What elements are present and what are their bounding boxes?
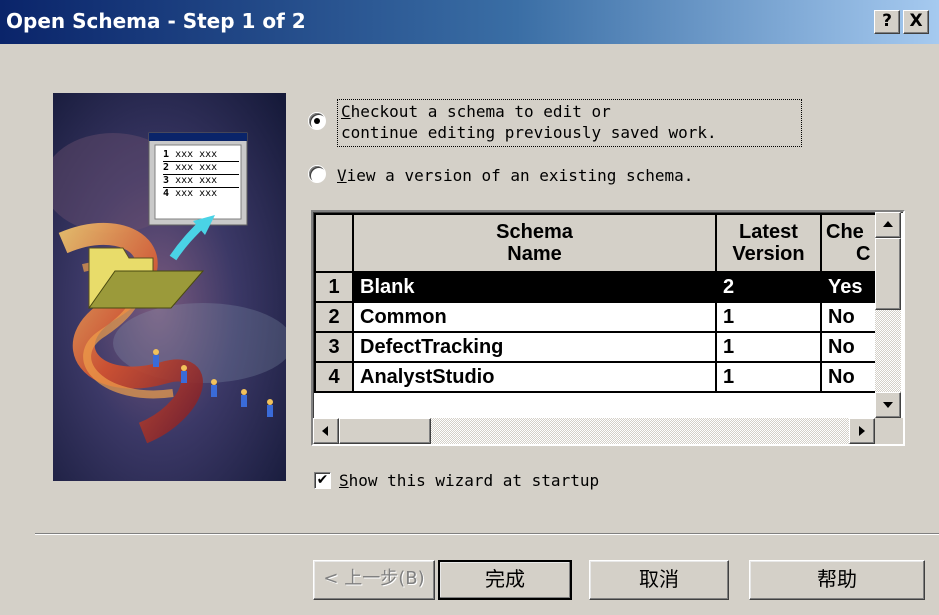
show-wizard-checkbox[interactable]: ✔	[314, 472, 331, 489]
schema-name-cell[interactable]: AnalystStudio	[352, 361, 717, 393]
row-number[interactable]: 1	[314, 271, 354, 303]
arrow-down-icon	[883, 402, 893, 408]
column-header-schema-name[interactable]: Schema Name	[352, 213, 717, 273]
latest-version-cell[interactable]: 1	[715, 361, 822, 393]
scroll-down-button[interactable]	[875, 392, 901, 418]
wizard-list-item: 3 xxx xxx	[163, 175, 239, 188]
horizontal-scroll-thumb[interactable]	[339, 418, 431, 444]
wizard-list-item: 4 xxx xxx	[163, 188, 218, 199]
close-titlebar-button[interactable]: X	[903, 10, 929, 34]
arrow-left-icon	[322, 426, 328, 436]
wizard-list: 1 xxx xxx 2 xxx xxx 3 xxx xxx 4 xxx xxx	[163, 149, 239, 200]
latest-version-cell[interactable]: 2	[715, 271, 822, 303]
row-number[interactable]: 3	[314, 331, 354, 363]
open-schema-dialog: Open Schema - Step 1 of 2 ? X 1 xxx xxx …	[0, 0, 939, 615]
vertical-scroll-thumb[interactable]	[875, 238, 901, 310]
help-button[interactable]: 帮助	[749, 560, 925, 600]
scroll-left-button[interactable]	[313, 418, 339, 444]
schema-table: Schema Name Latest Version Che C 1 Blank 2 …	[314, 213, 892, 393]
row-number[interactable]: 2	[314, 301, 354, 333]
latest-version-cell[interactable]: 1	[715, 331, 822, 363]
grid-header-row: Schema Name Latest Version Che C	[314, 213, 892, 273]
schema-name-cell[interactable]: Blank	[352, 271, 717, 303]
window-title: Open Schema - Step 1 of 2	[6, 9, 306, 33]
view-version-label[interactable]: View a version of an existing schema.	[337, 166, 693, 186]
wizard-list-item: 1 xxx xxx	[163, 149, 239, 162]
scrollbar-corner	[875, 418, 903, 444]
help-titlebar-button[interactable]: ?	[874, 10, 900, 34]
column-header-latest-version[interactable]: Latest Version	[715, 213, 822, 273]
arrow-up-icon	[883, 221, 893, 227]
wizard-list-item: 2 xxx xxx	[163, 162, 239, 175]
scroll-right-button[interactable]	[849, 418, 875, 444]
arrow-right-icon	[859, 426, 865, 436]
schema-name-cell[interactable]: DefectTracking	[352, 331, 717, 363]
back-button[interactable]: < 上一步(B)	[313, 560, 435, 600]
checkout-label-line2: continue editing previously saved work.	[341, 123, 717, 142]
table-row[interactable]: 3 DefectTracking 1 No	[314, 331, 892, 363]
schema-name-cell[interactable]: Common	[352, 301, 717, 333]
checkout-radio[interactable]	[309, 113, 325, 129]
view-version-radio[interactable]	[309, 166, 325, 182]
row-number[interactable]: 4	[314, 361, 354, 393]
show-wizard-label[interactable]: Show this wizard at startup	[339, 471, 599, 490]
finish-button[interactable]: 完成	[438, 560, 572, 600]
wizard-illustration: 1 xxx xxx 2 xxx xxx 3 xxx xxx 4 xxx xxx	[53, 93, 286, 481]
latest-version-cell[interactable]: 1	[715, 301, 822, 333]
separator-line	[35, 533, 939, 535]
checkout-option-label[interactable]: Checkout a schema to edit or continue ed…	[337, 99, 802, 147]
row-header-corner[interactable]	[314, 213, 354, 273]
cancel-button[interactable]: 取消	[589, 560, 729, 600]
table-row[interactable]: 1 Blank 2 Yes	[314, 271, 892, 303]
table-row[interactable]: 2 Common 1 No	[314, 301, 892, 333]
scroll-up-button[interactable]	[875, 212, 901, 238]
table-row[interactable]: 4 AnalystStudio 1 No	[314, 361, 892, 393]
checkout-label-line1: Checkout a schema to edit or	[341, 102, 611, 121]
schema-grid[interactable]: Schema Name Latest Version Che C 1 Blank 2 …	[311, 210, 905, 446]
title-bar[interactable]: Open Schema - Step 1 of 2 ? X	[0, 0, 939, 44]
